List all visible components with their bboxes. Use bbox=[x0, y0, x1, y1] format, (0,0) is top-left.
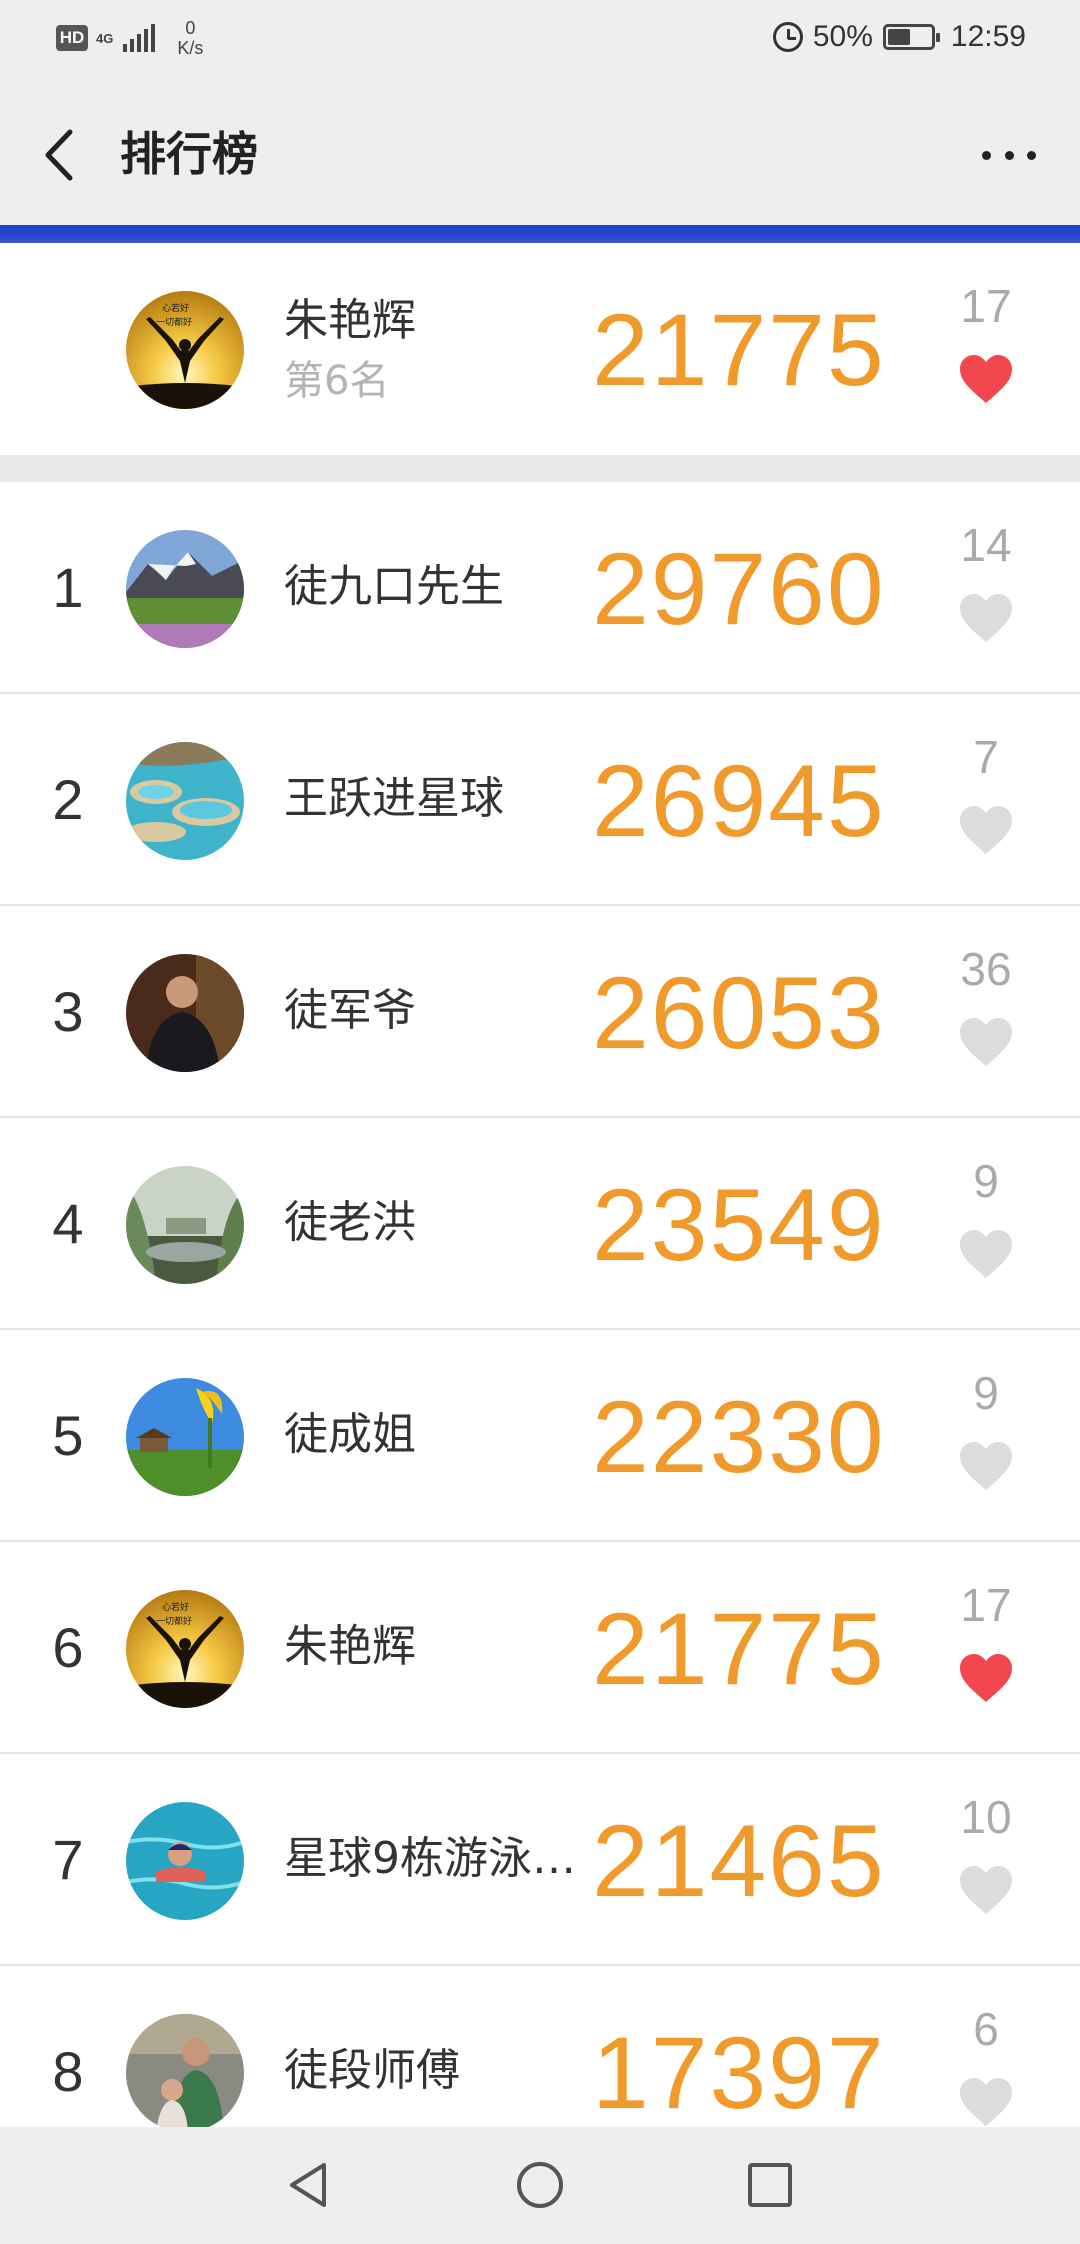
more-options-button[interactable] bbox=[974, 130, 1044, 180]
page-title: 排行榜 bbox=[120, 127, 258, 181]
like-count: 10 bbox=[960, 1791, 1012, 1843]
battery-icon bbox=[882, 24, 940, 50]
status-bar: HD 4G 0 K/s 50% 12:59 bbox=[0, 0, 1080, 80]
user-name: 徒老洪 bbox=[284, 1197, 416, 1248]
user-name: 朱艳辉 bbox=[284, 1621, 416, 1672]
avatar bbox=[126, 1166, 244, 1284]
user-name: 星球9栋游泳… bbox=[284, 1833, 576, 1884]
heart-icon[interactable] bbox=[958, 804, 1014, 856]
svg-text:一切都好: 一切都好 bbox=[156, 316, 192, 327]
nav-recent-apps-icon[interactable] bbox=[740, 2155, 800, 2215]
like-count: 9 bbox=[973, 1367, 999, 1419]
rank-number: 8 bbox=[52, 2040, 84, 2103]
network-speed-value: 0 bbox=[185, 18, 196, 38]
nav-back-icon[interactable] bbox=[280, 2155, 340, 2215]
step-score: 22330 bbox=[592, 1380, 886, 1494]
chevron-left-icon bbox=[45, 129, 73, 181]
nav-home-icon[interactable] bbox=[510, 2155, 570, 2215]
like-count: 17 bbox=[960, 1579, 1012, 1631]
rank-number: 7 bbox=[52, 1828, 84, 1891]
avatar: 心若好 一切都好 bbox=[126, 291, 244, 409]
back-button[interactable] bbox=[38, 120, 88, 190]
rank-number: 3 bbox=[52, 980, 84, 1043]
heart-icon[interactable] bbox=[958, 2076, 1014, 2128]
like-count: 9 bbox=[973, 1155, 999, 1207]
alarm-icon bbox=[772, 22, 803, 52]
step-score: 26945 bbox=[592, 744, 886, 858]
section-gap bbox=[0, 455, 1080, 482]
user-name: 朱艳辉 bbox=[284, 295, 416, 346]
battery-percent: 50% bbox=[812, 20, 873, 53]
signal-icon bbox=[123, 24, 156, 52]
svg-text:心若好: 心若好 bbox=[162, 302, 189, 313]
svg-text:一切都好: 一切都好 bbox=[156, 1615, 192, 1626]
step-score: 23549 bbox=[592, 1168, 886, 1282]
ranking-row[interactable]: 2 王跃进星球 26945 7 bbox=[0, 694, 1080, 906]
user-name: 王跃进星球 bbox=[284, 773, 504, 824]
step-score: 29760 bbox=[592, 532, 886, 646]
like-count: 36 bbox=[960, 943, 1012, 995]
status-right: 50% 12:59 bbox=[772, 20, 1026, 54]
ranking-row[interactable]: 3 徒军爷 26053 36 bbox=[0, 906, 1080, 1118]
user-name: 徒成姐 bbox=[284, 1409, 416, 1460]
clock: 12:59 bbox=[950, 20, 1026, 53]
my-rank-card[interactable]: 心若好 一切都好 朱艳辉 第6名 21775 17 bbox=[0, 243, 1080, 455]
rank-number: 6 bbox=[52, 1616, 84, 1679]
heart-icon[interactable] bbox=[958, 1652, 1014, 1704]
heart-icon[interactable] bbox=[958, 353, 1014, 405]
rank-number: 4 bbox=[52, 1192, 84, 1255]
ranking-row[interactable]: 7 星球9栋游泳… 21465 10 bbox=[0, 1754, 1080, 1966]
heart-icon[interactable] bbox=[958, 592, 1014, 644]
step-score: 21465 bbox=[592, 1804, 886, 1918]
heart-icon[interactable] bbox=[958, 1228, 1014, 1280]
svg-text:心若好: 心若好 bbox=[162, 1601, 189, 1612]
step-score: 21775 bbox=[592, 293, 886, 407]
network-type: 4G bbox=[96, 30, 114, 46]
step-score: 21775 bbox=[592, 1592, 886, 1706]
heart-icon[interactable] bbox=[958, 1864, 1014, 1916]
avatar bbox=[126, 2014, 244, 2132]
more-dot-icon bbox=[1004, 150, 1014, 160]
ranking-row[interactable]: 5 徒成姐 22330 9 bbox=[0, 1330, 1080, 1542]
more-dot-icon bbox=[982, 150, 991, 160]
ranking-row[interactable]: 6 心若好 一切都好 朱艳辉 21775 17 bbox=[0, 1542, 1080, 1754]
hd-badge: HD bbox=[56, 25, 88, 51]
avatar bbox=[126, 742, 244, 860]
avatar bbox=[126, 530, 244, 648]
heart-icon[interactable] bbox=[958, 1016, 1014, 1068]
system-nav-bar bbox=[0, 2127, 1080, 2244]
like-count: 14 bbox=[960, 519, 1012, 571]
network-speed: 0 K/s bbox=[177, 18, 203, 58]
more-dot-icon bbox=[1027, 150, 1036, 160]
avatar bbox=[126, 1802, 244, 1920]
like-count: 17 bbox=[960, 280, 1012, 332]
step-score: 26053 bbox=[592, 956, 886, 1070]
like-count: 6 bbox=[973, 2003, 999, 2055]
status-left: HD 4G 0 K/s bbox=[56, 18, 203, 58]
user-name: 徒段师傅 bbox=[284, 2045, 460, 2096]
my-rank-label: 第6名 bbox=[284, 358, 390, 404]
user-name: 徒军爷 bbox=[284, 985, 416, 1036]
rank-number: 5 bbox=[52, 1404, 84, 1467]
avatar: 心若好 一切都好 bbox=[126, 1590, 244, 1708]
rank-number: 1 bbox=[52, 556, 84, 619]
avatar bbox=[126, 954, 244, 1072]
step-score: 17397 bbox=[592, 2016, 886, 2130]
ranking-row[interactable]: 4 徒老洪 23549 9 bbox=[0, 1118, 1080, 1330]
banner-strip bbox=[0, 225, 1080, 243]
avatar bbox=[126, 1378, 244, 1496]
user-name: 徒九口先生 bbox=[284, 561, 504, 612]
network-speed-unit: K/s bbox=[177, 38, 204, 58]
heart-icon[interactable] bbox=[958, 1440, 1014, 1492]
ranking-row[interactable]: 1 徒九口先生 29760 14 bbox=[0, 482, 1080, 694]
title-bar: 排行榜 bbox=[0, 80, 1080, 225]
rank-number: 2 bbox=[52, 768, 84, 831]
like-count: 7 bbox=[973, 731, 999, 783]
